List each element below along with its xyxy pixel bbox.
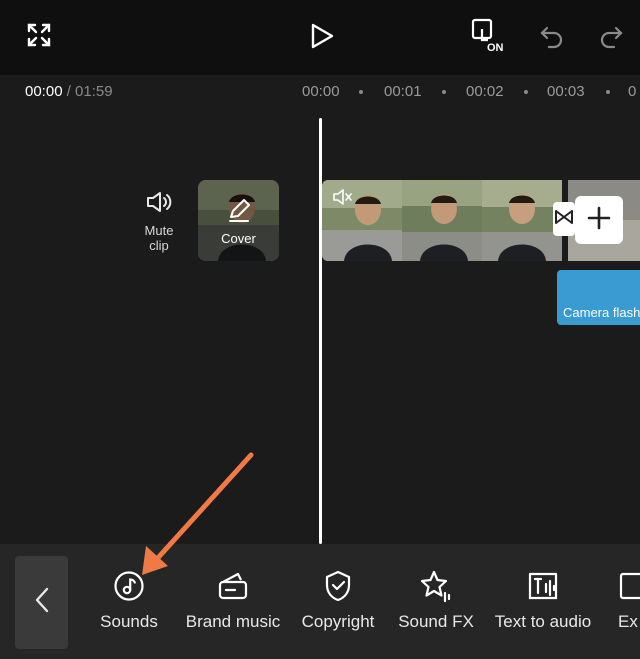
annotation-arrow xyxy=(142,452,254,575)
